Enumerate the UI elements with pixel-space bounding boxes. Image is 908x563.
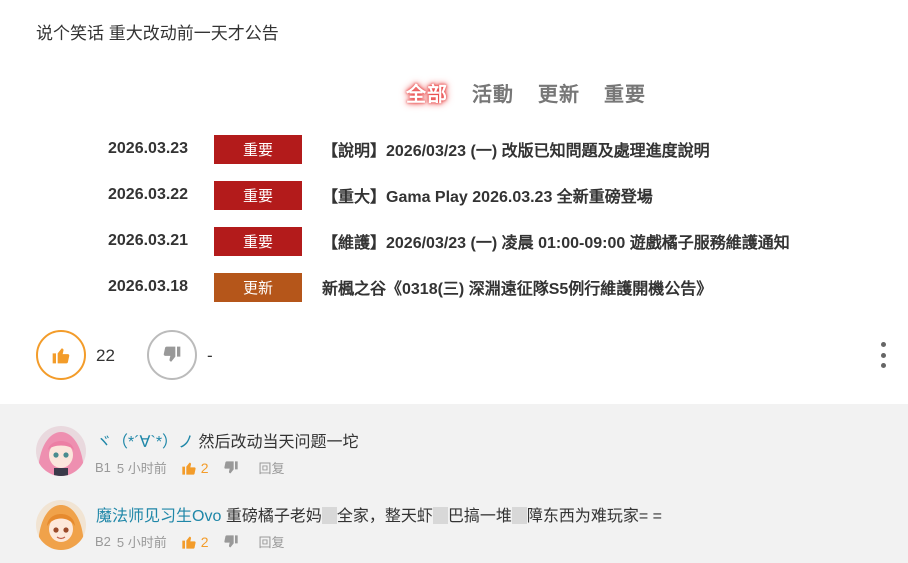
- like-count: 22: [96, 346, 115, 365]
- news-date: 2026.03.21: [108, 232, 189, 249]
- comment-floor: B2: [95, 534, 111, 549]
- comment-body: 魔法师见习生Ovo 重磅橘子老妈 全家，整天虾 巴搞一堆 障东西为难玩家= =: [96, 502, 662, 526]
- thumbs-down-icon: [223, 534, 238, 547]
- more-vertical-icon: [880, 342, 886, 347]
- comment-meta: B1 5 小时前 2 回复: [95, 458, 285, 477]
- censored-block: [432, 507, 448, 524]
- comment-reply-button[interactable]: 回复: [259, 458, 285, 477]
- comment-like-count: 2: [200, 459, 209, 476]
- news-badge: 更新: [214, 272, 302, 302]
- news-date: 2026.03.23: [108, 140, 189, 157]
- news-list: 2026.03.23 重要 【說明】2026/03/23 (一) 改版已知問題及…: [108, 126, 868, 310]
- comment-dislike-button[interactable]: [223, 534, 239, 550]
- dislike-count: -: [207, 346, 213, 365]
- thumbs-down-icon: [163, 346, 181, 362]
- thumbs-up-icon: [182, 536, 196, 549]
- comment-text: 然后改动当天问题一坨: [198, 434, 359, 451]
- comment-time: 5 小时前: [116, 535, 167, 550]
- post-actions: 22 -: [36, 330, 896, 380]
- comment-author[interactable]: ヾ（*´∀`*）ノ: [96, 434, 194, 451]
- thumbs-up-icon: [182, 462, 196, 475]
- news-badge: 重要: [214, 134, 302, 164]
- comment-dislike-button[interactable]: [223, 460, 239, 476]
- news-badge: 重要: [214, 180, 302, 210]
- news-title[interactable]: 【說明】2026/03/23 (一) 改版已知問題及處理進度說明: [322, 137, 710, 161]
- comment-floor: B1: [95, 460, 111, 475]
- news-item[interactable]: 2026.03.18 更新 新楓之谷《0318(三) 深淵遠征隊S5例行維護開機…: [108, 264, 868, 310]
- news-title[interactable]: 【重大】Gama Play 2026.03.23 全新重磅登場: [322, 183, 653, 207]
- news-date: 2026.03.18: [108, 278, 189, 295]
- news-item[interactable]: 2026.03.22 重要 【重大】Gama Play 2026.03.23 全…: [108, 172, 868, 218]
- tab-events[interactable]: 活動: [472, 78, 514, 107]
- tab-all[interactable]: 全部: [406, 78, 448, 107]
- avatar[interactable]: [36, 426, 86, 476]
- comment-like-button[interactable]: 2: [181, 460, 209, 476]
- comment-like-count: 2: [200, 533, 209, 550]
- comment-meta: B2 5 小时前 2 回复: [95, 532, 285, 551]
- tab-updates[interactable]: 更新: [538, 78, 580, 107]
- news-item[interactable]: 2026.03.23 重要 【說明】2026/03/23 (一) 改版已知問題及…: [108, 126, 868, 172]
- comment-time: 5 小时前: [116, 461, 167, 476]
- post-text: 说个笑话 重大改动前一天才公告: [36, 24, 279, 43]
- news-title[interactable]: 新楓之谷《0318(三) 深淵遠征隊S5例行維護開機公告》: [322, 275, 712, 299]
- comment-reply-button[interactable]: 回复: [259, 532, 285, 551]
- news-badge: 重要: [214, 226, 302, 256]
- comment-body: ヾ（*´∀`*）ノ 然后改动当天问题一坨: [96, 428, 359, 452]
- news-title[interactable]: 【維護】2026/03/23 (一) 凌晨 01:00-09:00 遊戲橘子服務…: [322, 229, 790, 253]
- censored-block: [321, 507, 337, 524]
- avatar[interactable]: [36, 500, 86, 550]
- thumbs-down-icon: [223, 460, 238, 473]
- more-options-button[interactable]: [878, 342, 888, 368]
- dislike-button[interactable]: [147, 330, 197, 380]
- news-date: 2026.03.22: [108, 186, 189, 203]
- comment-item: 魔法师见习生Ovo 重磅橘子老妈 全家，整天虾 巴搞一堆 障东西为难玩家= = B2 …: [36, 500, 896, 562]
- comment-like-button[interactable]: 2: [181, 534, 209, 550]
- comment-item: ヾ（*´∀`*）ノ 然后改动当天问题一坨 B1 5 小时前 2 回复: [36, 426, 896, 488]
- comment-author[interactable]: 魔法师见习生Ovo: [96, 508, 221, 525]
- news-item[interactable]: 2026.03.21 重要 【維護】2026/03/23 (一) 凌晨 01:0…: [108, 218, 868, 264]
- tab-important[interactable]: 重要: [604, 78, 646, 107]
- comment-text: 重磅橘子老妈 全家，整天虾 巴搞一堆 障东西为难玩家= =: [225, 507, 662, 525]
- thumbs-up-icon: [52, 348, 70, 364]
- news-tabs: 全部 活動 更新 重要: [406, 78, 670, 107]
- censored-block: [511, 507, 527, 524]
- comments-section: ヾ（*´∀`*）ノ 然后改动当天问题一坨 B1 5 小时前 2 回复 魔法师见习…: [0, 404, 908, 563]
- like-button[interactable]: [36, 330, 86, 380]
